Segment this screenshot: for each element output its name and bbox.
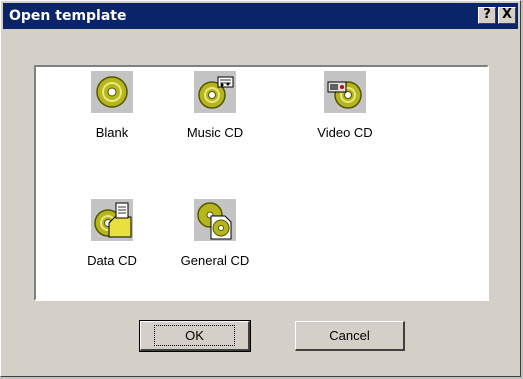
video-cd-icon xyxy=(324,71,366,113)
cancel-button[interactable]: Cancel xyxy=(295,321,405,351)
template-video-cd[interactable]: Video CD xyxy=(295,71,395,140)
open-template-dialog: Open template ? X Blank Music CD Video C… xyxy=(0,0,521,377)
cancel-button-label: Cancel xyxy=(329,328,370,343)
general-cd-icon xyxy=(194,199,236,241)
template-blank[interactable]: Blank xyxy=(62,71,162,140)
template-label: General CD xyxy=(180,253,250,268)
window-title: Open template xyxy=(9,8,127,24)
close-button[interactable]: X xyxy=(498,7,516,24)
template-data-cd[interactable]: Data CD xyxy=(62,199,162,268)
template-label: Video CD xyxy=(317,125,373,140)
title-bar[interactable]: Open template ? X xyxy=(3,3,518,29)
music-cd-icon xyxy=(194,71,236,113)
ok-button[interactable]: OK xyxy=(139,320,251,352)
template-music-cd[interactable]: Music CD xyxy=(165,71,265,140)
template-general-cd[interactable]: General CD xyxy=(165,199,265,268)
template-label: Blank xyxy=(95,125,129,140)
template-label: Data CD xyxy=(87,253,137,268)
help-button[interactable]: ? xyxy=(478,7,496,24)
template-label: Music CD xyxy=(186,125,244,140)
cd-icon xyxy=(91,71,133,113)
ok-button-label: OK xyxy=(154,325,235,346)
template-list: Blank Music CD Video CD Data CD General … xyxy=(34,65,489,301)
data-cd-icon xyxy=(91,199,133,241)
